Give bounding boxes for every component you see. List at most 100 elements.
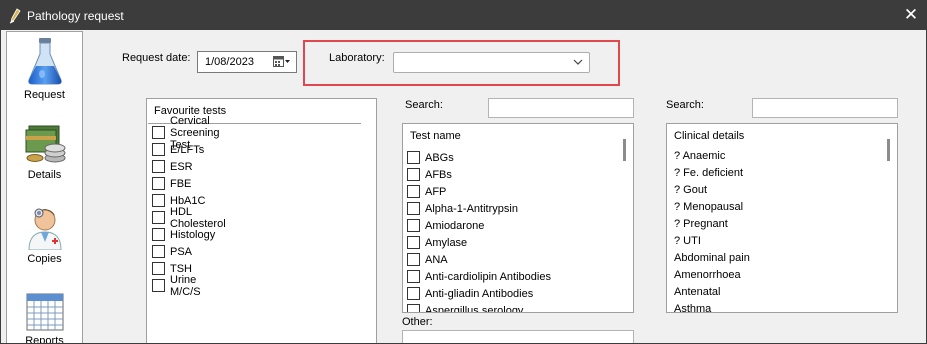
clinical-search-label: Search: [666,99,704,111]
test-search-label: Search: [405,99,443,111]
favourite-test-item[interactable]: Urine M/C/S [152,274,201,298]
clinical-search-input[interactable] [752,98,898,118]
calendar-dropdown-icon[interactable] [273,55,291,69]
checkbox-label: Anti-cardiolipin Antibodies [425,270,551,283]
test-item[interactable]: AFP [407,183,446,200]
checkbox-label: Histology [170,228,216,241]
checkbox[interactable] [152,194,165,207]
checkbox[interactable] [407,287,420,300]
checkbox-label: ABGs [425,151,454,164]
other-label: Other: [402,316,433,328]
clinical-detail-item[interactable]: ? Menopausal [674,199,743,216]
checkbox-label: E/LFTs [170,143,205,156]
checkbox[interactable] [152,211,165,224]
close-icon: ✕ [903,5,919,24]
test-search-input[interactable] [488,98,634,118]
clinical-detail-item[interactable]: ? Gout [674,182,707,199]
flask-icon [27,38,62,85]
request-date-picker[interactable]: 1/08/2023 [197,51,297,73]
checkbox[interactable] [152,143,165,156]
test-item[interactable]: Anti-gliadin Antibodies [407,285,533,302]
test-item[interactable]: Aspergillus serology [407,302,523,312]
clinical-detail-item[interactable]: Antenatal [674,284,720,301]
test-item[interactable]: ABGs [407,149,454,166]
checkbox-label: Alpha-1-Antitrypsin [425,202,518,215]
checkbox-label: AFP [425,185,447,198]
checkbox[interactable] [407,236,420,249]
checkbox[interactable] [152,126,165,139]
clinical-list-scrollbar[interactable] [880,124,897,312]
calendar-icon [26,293,63,331]
request-date-label: Request date: [122,52,191,64]
checkbox[interactable] [407,270,420,283]
checkbox[interactable] [407,168,420,181]
checkbox[interactable] [152,160,165,173]
checkbox[interactable] [407,202,420,215]
clinical-detail-item[interactable]: ? Anaemic [674,148,725,165]
sidebar-item-label: Request [24,89,65,101]
app-icon [9,8,21,24]
sidebar-item-label: Reports [25,335,64,344]
checkbox-label: AFBs [425,168,452,181]
test-item[interactable]: Anti-cardiolipin Antibodies [407,268,551,285]
checkbox[interactable] [152,279,165,292]
laboratory-select[interactable] [393,52,590,73]
checkbox-label: Anti-gliadin Antibodies [425,287,534,300]
sidebar-item-details[interactable]: Details [7,122,82,181]
other-textarea[interactable] [402,330,634,343]
sidebar-item-request[interactable]: Request [7,36,82,101]
checkbox-label: FBE [170,177,192,190]
test-list-scrollbar[interactable] [616,124,633,312]
checkbox[interactable] [407,151,420,164]
checkbox[interactable] [152,177,165,190]
clinical-detail-item[interactable]: Asthma [674,301,711,312]
clinical-detail-item[interactable]: Amenorrhoea [674,267,741,284]
favourite-test-item[interactable]: Histology [152,226,215,243]
favourite-test-item[interactable]: FBE [152,175,191,192]
sidebar-item-copies[interactable]: Copies [7,202,82,265]
test-item[interactable]: Amiodarone [407,217,484,234]
test-item[interactable]: Amylase [407,234,467,251]
favourite-test-item[interactable]: HDL Cholesterol [152,206,226,230]
checkbox[interactable] [407,219,420,232]
sidebar-item-label: Copies [27,253,62,265]
doctor-icon [27,208,62,250]
laboratory-label: Laboratory: [329,52,385,64]
checkbox[interactable] [407,185,420,198]
sidebar-item-label: Details [27,169,62,181]
checkbox-label: Amiodarone [425,219,485,232]
close-button[interactable]: ✕ [896,1,926,30]
checkbox[interactable] [152,262,165,275]
sidebar-item-reports[interactable]: Reports [7,292,82,344]
checkbox[interactable] [152,245,165,258]
clinical-detail-item[interactable]: Abdominal pain [674,250,750,267]
checkbox-label: Amylase [425,236,468,249]
checkbox-label: Aspergillus serology [425,304,524,313]
title-bar: Pathology request ✕ [1,1,926,30]
favourite-test-item[interactable]: E/LFTs [152,141,204,158]
clinical-detail-item[interactable]: ? Pregnant [674,216,728,233]
test-item[interactable]: Alpha-1-Antitrypsin [407,200,518,217]
scroll-thumb[interactable] [623,139,626,161]
checkbox-label: ESR [170,160,193,173]
test-item[interactable]: ANA [407,251,448,268]
favourite-test-item[interactable]: Cervical Screening Test [152,115,220,151]
test-item[interactable]: AFBs [407,166,452,183]
request-date-value: 1/08/2023 [205,56,254,68]
checkbox-label: PSA [170,245,193,258]
pathology-request-window: Pathology request ✕ Request Details Copi… [0,0,927,344]
sidebar: Request Details Copies Reports [6,31,83,344]
chevron-down-icon [573,59,583,65]
clinical-detail-item[interactable]: ? Fe. deficient [674,165,743,182]
checkbox-label: ANA [425,253,448,266]
favourite-test-item[interactable]: PSA [152,243,192,260]
clinical-detail-item[interactable]: ? UTI [674,233,701,250]
money-icon [25,125,65,163]
favourite-test-item[interactable]: ESR [152,158,193,175]
checkbox-label: Urine M/C/S [170,273,201,298]
checkbox[interactable] [152,228,165,241]
checkbox[interactable] [407,304,420,312]
scroll-thumb[interactable] [887,139,890,161]
window-title: Pathology request [27,9,124,23]
checkbox[interactable] [407,253,420,266]
